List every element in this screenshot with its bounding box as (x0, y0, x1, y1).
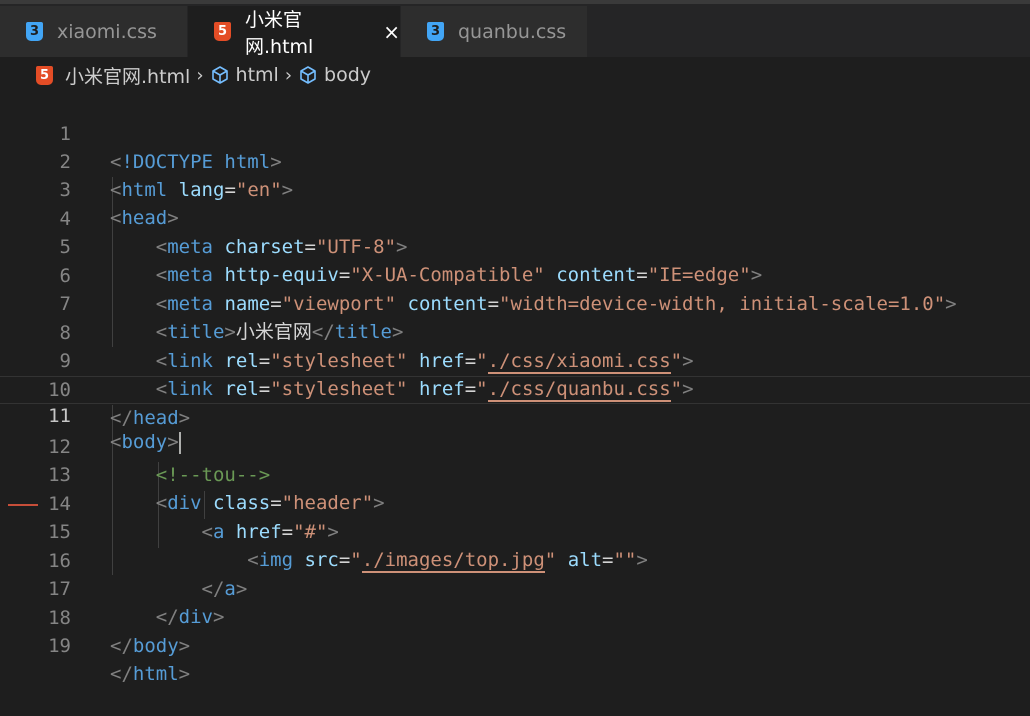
css-file-icon: 3 (427, 22, 444, 41)
chevron-right-icon: › (196, 64, 204, 86)
code-token: </ (110, 663, 133, 685)
code-token: html (132, 663, 179, 685)
tab-xiaomi-css[interactable]: 3 xiaomi.css (0, 6, 187, 57)
code-line[interactable]: 10 </head> (0, 348, 1030, 429)
code-token: body (132, 635, 179, 657)
code-line[interactable]: 2 <html lang="en"> (0, 120, 1030, 201)
code-line[interactable]: 16 </a> (0, 519, 1030, 600)
code-line[interactable]: 15 <img src="./images/top.jpg" alt=""> (0, 490, 1030, 573)
code-line-current[interactable]: 11 <body> (0, 376, 1030, 454)
breadcrumb-file[interactable]: 小米官网.html (65, 62, 190, 89)
line-number: 19 (48, 635, 71, 657)
code-line[interactable]: 6 <meta name="viewport" content="width=d… (0, 234, 1030, 315)
code-line[interactable]: 13 <div class="header"> (0, 433, 1030, 514)
code-line[interactable]: 9 <link rel="stylesheet" href="./css/qua… (0, 319, 1030, 402)
symbol-element-icon (300, 66, 316, 84)
code-line[interactable]: 18 </body> (0, 576, 1030, 657)
code-line[interactable]: 7 <title>小米官网</title> (0, 262, 1030, 343)
html-file-icon: 5 (36, 65, 53, 85)
tab-label: 小米官网.html (245, 8, 314, 58)
code-token: > (178, 635, 191, 657)
code-line[interactable]: 5 <meta http-equiv="X-UA-Compatible" con… (0, 205, 1030, 286)
code-line[interactable]: 8 <link rel="stylesheet" href="./css/xia… (0, 291, 1030, 374)
tab-xiaomi-html[interactable]: 5 小米官网.html × (188, 6, 400, 58)
code-content: </html> (110, 660, 190, 688)
html-file-icon: 5 (214, 22, 231, 41)
code-line[interactable]: 3 <head> (0, 148, 1030, 229)
tab-label: xiaomi.css (57, 20, 157, 43)
breadcrumb-item-body[interactable]: body (324, 64, 371, 86)
tab-quanbu-css[interactable]: 3 quanbu.css (401, 6, 587, 57)
code-token: </ (110, 635, 133, 657)
close-icon[interactable]: × (383, 22, 400, 42)
tab-bar: 3 xiaomi.css 5 小米官网.html × 3 quanbu.css (0, 0, 1030, 58)
chevron-right-icon: › (284, 64, 293, 86)
code-line[interactable]: 4 <meta charset="UTF-8"> (0, 177, 1030, 258)
code-token: > (178, 663, 191, 685)
code-line[interactable]: 1 <!DOCTYPE html> (0, 92, 1030, 173)
code-line[interactable]: 17 </div> (0, 547, 1030, 628)
tab-label: quanbu.css (458, 20, 567, 43)
symbol-element-icon (211, 66, 228, 84)
tab-bar-top-border (0, 0, 1030, 4)
css-file-icon: 3 (26, 22, 43, 41)
code-line[interactable]: 19 </html> (0, 604, 1030, 685)
breadcrumb: 5 小米官网.html › html › body (0, 57, 1030, 93)
code-content: </body> (110, 632, 190, 660)
code-line[interactable]: 12 <!--tou--> (0, 405, 1030, 486)
breadcrumb-item-html[interactable]: html (236, 64, 279, 86)
code-line[interactable]: 14 <a href="#"> (0, 462, 1030, 543)
